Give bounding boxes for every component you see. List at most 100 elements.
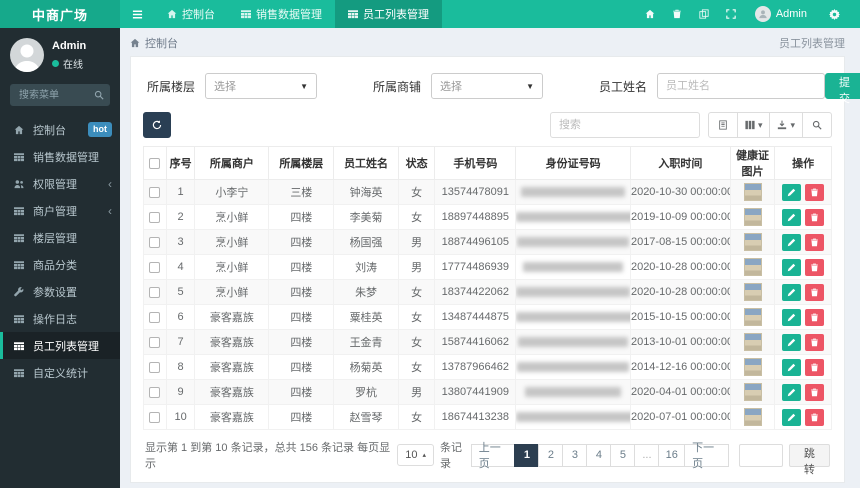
sidebar-item[interactable]: 自定义统计 [0, 359, 120, 386]
shop-select[interactable]: 选择 ▼ [431, 73, 544, 99]
sidebar-item[interactable]: 操作日志 [0, 305, 120, 332]
delete-button[interactable] [805, 408, 825, 426]
health-cert-thumbnail[interactable] [743, 358, 762, 376]
tab-sales-data[interactable]: 销售数据管理 [228, 0, 335, 28]
col-joined[interactable]: 入职时间 [629, 146, 731, 180]
search-button[interactable] [802, 112, 832, 138]
health-cert-thumbnail[interactable] [743, 283, 762, 301]
delete-button[interactable] [805, 233, 825, 251]
breadcrumb-home[interactable]: 控制台 [145, 35, 178, 51]
sidebar-toggle-icon[interactable] [120, 0, 154, 28]
table-search-input[interactable] [549, 112, 700, 138]
health-cert-thumbnail[interactable] [743, 208, 762, 226]
page-button[interactable]: 4 [586, 443, 612, 467]
health-cert-thumbnail[interactable] [743, 233, 762, 251]
health-cert-thumbnail[interactable] [743, 308, 762, 326]
delete-button[interactable] [805, 183, 825, 201]
table-icon [14, 152, 26, 162]
next-page-button[interactable]: 下一页 [684, 442, 729, 470]
columns-button[interactable]: ▾ [736, 112, 771, 138]
row-checkbox[interactable] [149, 336, 161, 348]
row-checkbox[interactable] [149, 211, 161, 223]
settings-gear-icon[interactable] [821, 8, 848, 20]
edit-button[interactable] [782, 283, 802, 301]
edit-button[interactable] [782, 408, 802, 426]
page-button[interactable]: 2 [538, 443, 564, 467]
avatar[interactable] [754, 6, 771, 22]
row-checkbox[interactable] [149, 236, 161, 248]
sidebar-item[interactable]: 商户管理 ‹ [0, 197, 120, 224]
row-checkbox[interactable] [149, 311, 161, 323]
delete-button[interactable] [805, 283, 825, 301]
prev-page-button[interactable]: 上一页 [470, 442, 516, 470]
copy-pages-icon[interactable] [691, 9, 718, 19]
edit-button[interactable] [782, 183, 802, 201]
home-icon[interactable] [637, 9, 664, 19]
page-button[interactable]: 1 [514, 443, 540, 467]
row-checkbox[interactable] [149, 286, 161, 298]
cell-floor: 四楼 [268, 279, 335, 305]
row-checkbox[interactable] [149, 411, 161, 423]
cell-phone: 13807441909 [434, 379, 517, 405]
health-cert-thumbnail[interactable] [743, 408, 762, 426]
floor-select[interactable]: 选择 ▼ [205, 73, 318, 99]
toggle-view-button[interactable] [707, 112, 738, 138]
edit-button[interactable] [782, 358, 802, 376]
col-health-cert[interactable]: 健康证图片 [729, 146, 776, 180]
search-icon[interactable] [94, 90, 104, 100]
health-cert-thumbnail[interactable] [743, 258, 762, 276]
health-cert-thumbnail[interactable] [743, 333, 762, 351]
sidebar-item[interactable]: 控制台 hot [0, 116, 120, 143]
refresh-button[interactable] [143, 112, 171, 138]
delete-button[interactable] [805, 208, 825, 226]
cell-name: 钟海英 [333, 179, 399, 205]
edit-button[interactable] [782, 308, 802, 326]
employee-name-input[interactable] [657, 73, 826, 99]
delete-button[interactable] [805, 308, 825, 326]
page-button[interactable]: 16 [658, 443, 686, 467]
page-size-select[interactable]: 10 ▴ [397, 444, 434, 466]
delete-button[interactable] [805, 333, 825, 351]
edit-button[interactable] [782, 208, 802, 226]
sidebar-item[interactable]: 楼层管理 [0, 224, 120, 251]
sidebar-item[interactable]: 员工列表管理 [0, 332, 120, 359]
submit-button[interactable]: 提交 [825, 73, 860, 105]
sidebar-item[interactable]: 参数设置 [0, 278, 120, 305]
health-cert-thumbnail[interactable] [743, 383, 762, 401]
jump-page-input[interactable] [738, 443, 783, 467]
health-cert-thumbnail[interactable] [743, 183, 762, 201]
row-checkbox[interactable] [149, 386, 161, 398]
col-name[interactable]: 员工姓名 [333, 146, 399, 180]
user-menu[interactable]: Admin [776, 8, 807, 20]
col-merchant[interactable]: 所属商户 [194, 146, 270, 180]
col-no[interactable]: 序号 [165, 146, 196, 180]
trash-icon[interactable] [664, 9, 691, 19]
delete-button[interactable] [805, 258, 825, 276]
tab-employee-list[interactable]: 员工列表管理 [335, 0, 442, 28]
sidebar-item[interactable]: 商品分类 [0, 251, 120, 278]
row-checkbox[interactable] [149, 186, 161, 198]
cell-idcard-redacted [515, 229, 631, 255]
edit-button[interactable] [782, 233, 802, 251]
delete-button[interactable] [805, 358, 825, 376]
delete-button[interactable] [805, 383, 825, 401]
sidebar-item[interactable]: 销售数据管理 [0, 143, 120, 170]
sidebar-item[interactable]: 权限管理 ‹ [0, 170, 120, 197]
edit-button[interactable] [782, 383, 802, 401]
col-status[interactable]: 状态 [397, 146, 436, 180]
page-button[interactable]: 5 [610, 443, 636, 467]
export-button[interactable]: ▾ [769, 112, 803, 138]
col-idcard[interactable]: 身份证号码 [515, 146, 631, 180]
col-floor[interactable]: 所属楼层 [268, 146, 335, 180]
jump-button[interactable]: 跳转 [788, 443, 830, 476]
edit-button[interactable] [782, 258, 802, 276]
row-checkbox[interactable] [149, 361, 161, 373]
fullscreen-icon[interactable] [718, 9, 745, 19]
col-phone[interactable]: 手机号码 [434, 146, 517, 180]
select-all-checkbox[interactable] [149, 157, 161, 169]
tab-console[interactable]: 控制台 [154, 0, 228, 28]
page-button[interactable]: 3 [562, 443, 588, 467]
edit-button[interactable] [782, 333, 802, 351]
home-icon [14, 125, 26, 135]
row-checkbox[interactable] [149, 261, 161, 273]
